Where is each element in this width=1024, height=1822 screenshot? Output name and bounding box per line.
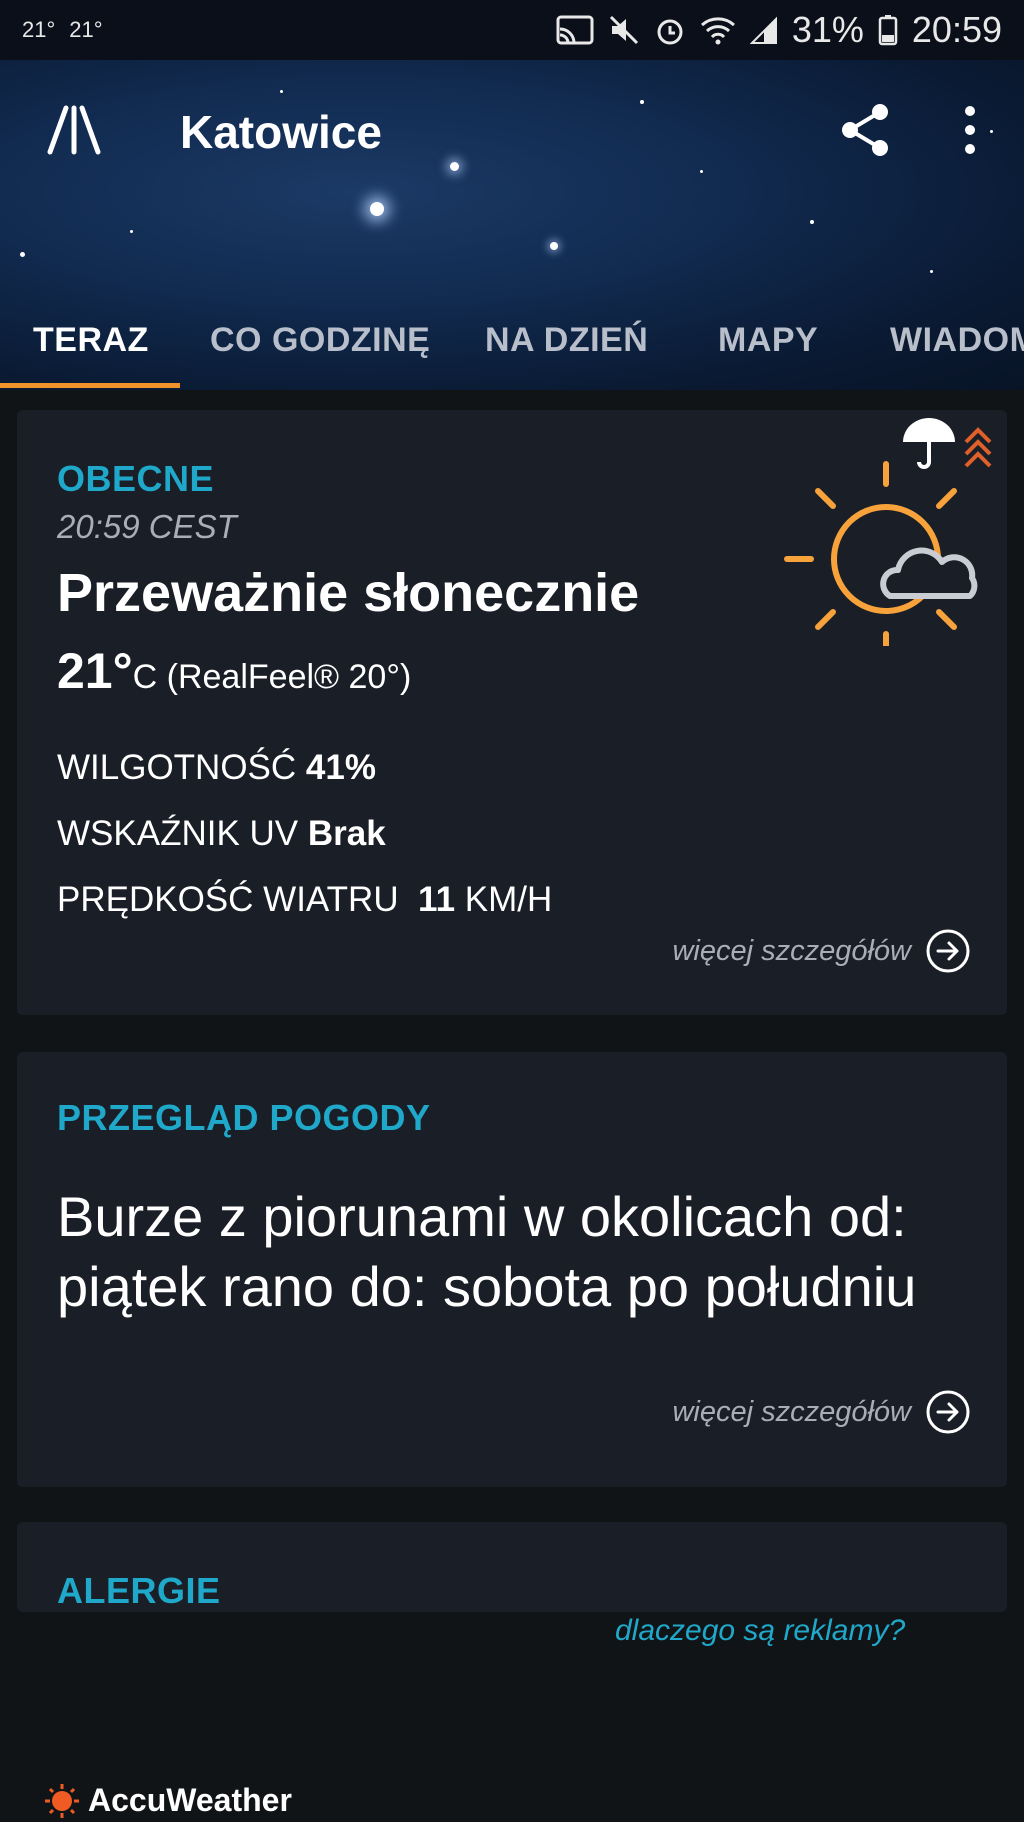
allergies-title: ALERGIE [57,1570,221,1611]
status-temp-a: 21° [22,17,56,42]
battery-percent: 31% [791,9,864,50]
star [130,230,133,233]
brand-name: AccuWeather [88,1782,292,1818]
alarm-icon [657,19,683,45]
star [930,270,933,273]
wind-label: PRĘDKOŚĆ WIATRU [57,880,399,919]
current-more-details-link[interactable]: więcej szczegółów [672,928,971,974]
battery-icon [878,15,898,46]
wind-row: PRĘDKOŚĆ WIATRU 11 KM/H [57,880,552,920]
app-bar: Katowice [0,60,1024,200]
status-clock: 20:59 [911,9,1002,50]
arrow-right-circle-icon [926,1390,970,1434]
current-more-details-label: więcej szczegółów [672,934,911,967]
overview-more-details-label: więcej szczegółów [672,1395,911,1428]
humidity-row: WILGOTNOŚĆ 41% [57,748,376,788]
temperature-unit: C [132,658,158,696]
header: Katowice TERAZ CO GODZINĘ NA DZIEŃ MAPY … [0,60,1024,390]
star [370,202,384,216]
star [20,252,25,257]
chevrons-up-icon [964,427,992,468]
wind-unit: KM/H [464,880,553,919]
current-time: 20:59 CEST [57,508,237,545]
accuweather-sun-icon [45,1783,79,1818]
signal-icon [749,16,777,44]
tab-co-godzine[interactable]: CO GODZINĘ [210,290,430,390]
overview-title: PRZEGLĄD POGODY [57,1097,431,1138]
city-name[interactable]: Katowice [180,105,382,159]
why-ads-link[interactable]: dlaczego są reklamy? [615,1614,905,1648]
mostly-sunny-icon [784,461,978,646]
tab-indicator [0,383,180,388]
wind-value: 11 [418,880,456,919]
status-bar: 21° 21° 31% 20:59 [0,0,1024,60]
weather-overview-card[interactable]: PRZEGLĄD POGODY Burze z piorunami w okol… [17,1052,1007,1487]
cast-icon [556,15,594,45]
uv-label: WSKAŹNIK UV [57,814,299,853]
status-left: 21° 21° [22,17,103,43]
temperature-value: 21° [57,643,133,699]
humidity-label: WILGOTNOŚĆ [57,748,297,787]
tab-bar: TERAZ CO GODZINĘ NA DZIEŃ MAPY WIADOM [0,290,1024,390]
status-temp-b: 21° [69,17,103,42]
uv-row: WSKAŹNIK UV Brak [57,814,386,854]
overview-more-details-link[interactable]: więcej szczegółów [672,1389,971,1435]
humidity-value: 41% [305,748,376,787]
arrow-right-circle-icon [926,929,970,973]
current-conditions-card[interactable]: OBECNE 20:59 CEST Przeważnie słonecznie … [17,410,1007,1015]
umbrella-icon [903,418,955,469]
current-condition: Przeważnie słonecznie [57,563,640,623]
status-right: 31% 20:59 [556,9,1002,51]
wifi-icon [700,17,735,45]
accuweather-brand: AccuWeather [44,1782,292,1819]
share-icon[interactable] [838,102,894,158]
tab-teraz[interactable]: TERAZ [33,290,149,390]
allergies-card[interactable]: ALERGIE [17,1522,1007,1612]
tab-na-dzien[interactable]: NA DZIEŃ [485,290,648,390]
more-vert-icon[interactable] [950,102,990,158]
tab-mapy[interactable]: MAPY [718,290,818,390]
star [810,220,814,224]
app-logo-icon[interactable] [44,100,104,160]
mute-icon [609,15,638,45]
uv-value: Brak [307,814,386,853]
tab-wiadomosci[interactable]: WIADOM [890,290,1024,390]
star [550,242,558,250]
realfeel: (RealFeel® 20°) [166,658,412,696]
current-title: OBECNE [57,458,215,499]
overview-text: Burze z piorunami w okolicach od: piątek… [57,1185,917,1318]
temperature-line: 21°C (RealFeel® 20°) [57,642,411,700]
